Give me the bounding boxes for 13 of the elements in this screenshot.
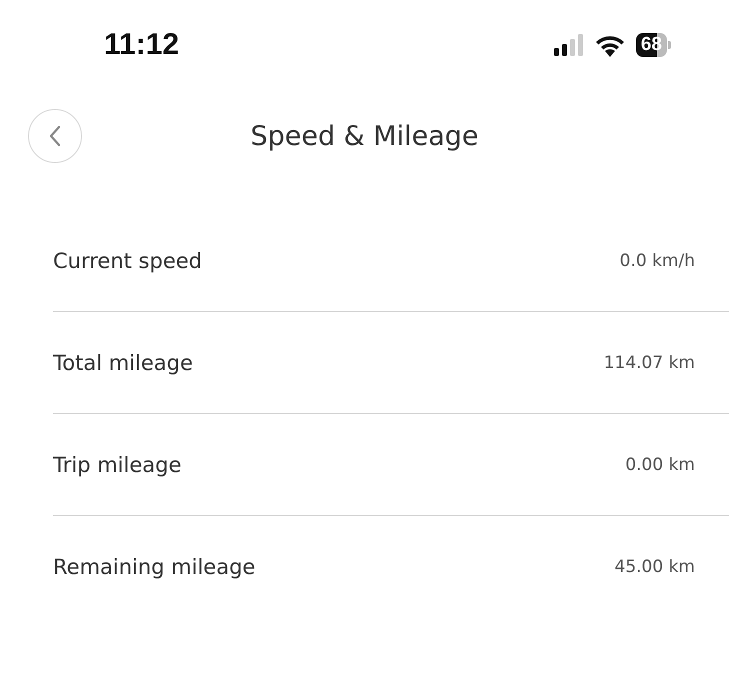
signal-icon <box>554 34 584 56</box>
row-label: Current speed <box>53 248 202 272</box>
row-value: 0.00 km <box>625 454 695 474</box>
status-time: 11:12 <box>104 28 180 62</box>
row-label: Total mileage <box>53 350 193 374</box>
back-button[interactable] <box>28 109 82 163</box>
row-label: Trip mileage <box>53 452 182 476</box>
page-title: Speed & Mileage <box>250 120 479 152</box>
row-value: 114.07 km <box>604 352 695 372</box>
row-value: 0.0 km/h <box>620 250 695 270</box>
row-label: Remaining mileage <box>53 554 256 578</box>
chevron-left-icon <box>49 125 61 147</box>
row-value: 45.00 km <box>614 556 695 576</box>
